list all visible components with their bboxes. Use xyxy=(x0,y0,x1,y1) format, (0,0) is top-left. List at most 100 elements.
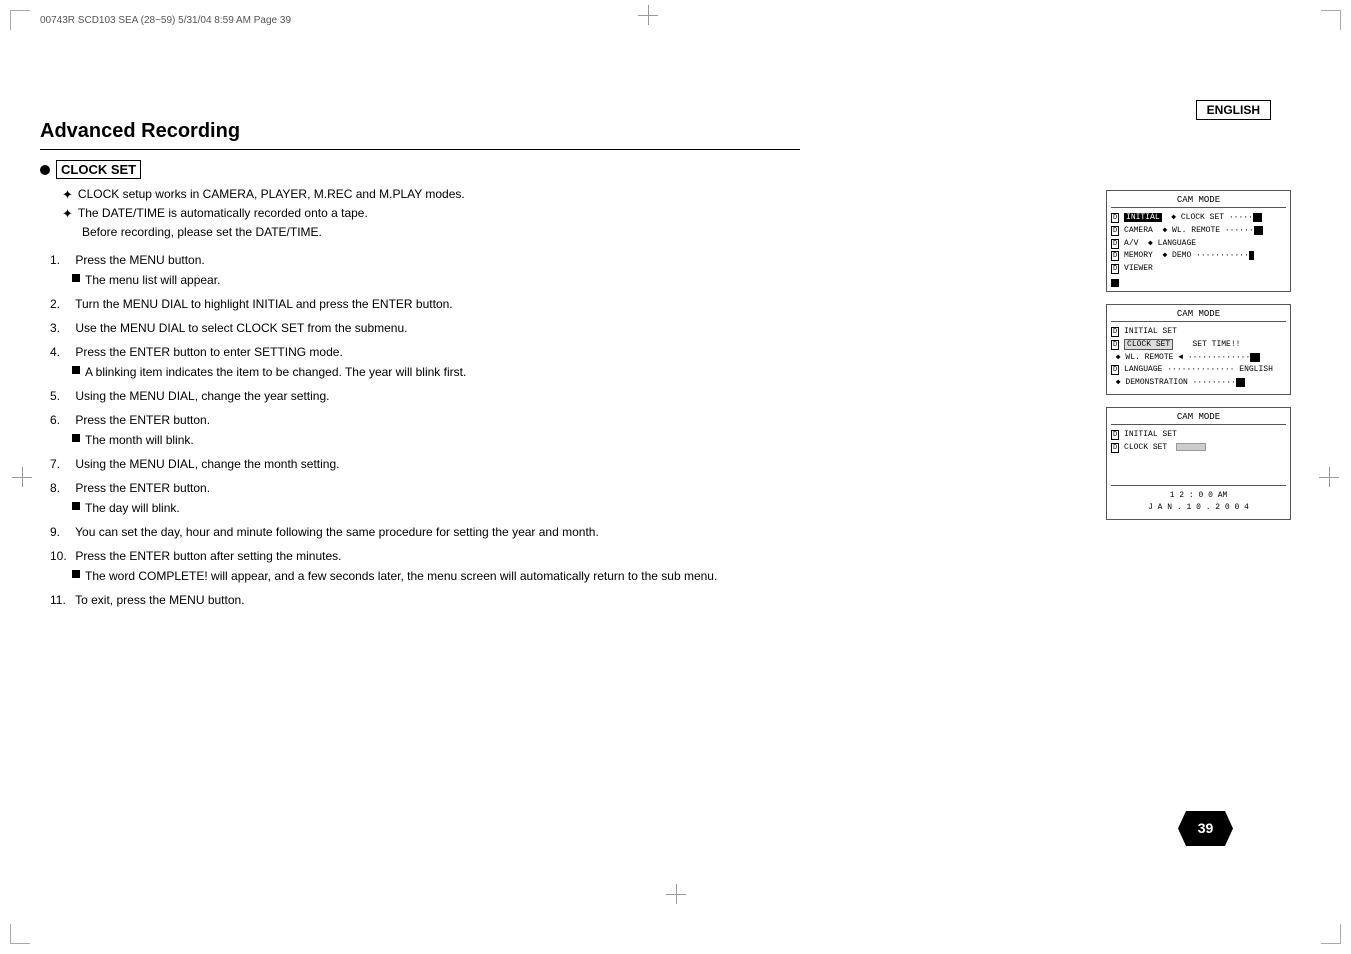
step-sub-icon-10 xyxy=(72,570,80,578)
p2-lang-content: ENGLISH xyxy=(1239,365,1273,374)
initial-label: INITIAL xyxy=(1124,213,1162,222)
p3-date: J A N . 1 0 . 2 0 0 4 xyxy=(1111,502,1286,515)
bullet-item-1: ✦ CLOCK setup works in CAMERA, PLAYER, M… xyxy=(62,187,800,203)
cam-panel-1-row-camera: D CAMERA ◆ WL. REMOTE ······ xyxy=(1111,225,1286,238)
bullet-points: ✦ CLOCK setup works in CAMERA, PLAYER, M… xyxy=(62,187,800,239)
step-num-1: 1. xyxy=(50,251,72,269)
dagger-1: ✦ xyxy=(62,187,73,203)
crosshair-bottom xyxy=(666,884,686,904)
p2-demo-label: ◆ DEMONSTRATION ········· xyxy=(1111,378,1245,387)
step-num-3: 3. xyxy=(50,319,72,337)
step-sub-6: The month will blink. xyxy=(72,431,800,449)
step-num-6: 6. xyxy=(50,411,72,429)
cam-panel-1-row-memory: D MEMORY ◆ DEMO ··········· xyxy=(1111,250,1286,263)
step-sub-text-10: The word COMPLETE! will appear, and a fe… xyxy=(85,567,717,585)
step-4: 4. Press the ENTER button to enter SETTI… xyxy=(50,343,800,381)
bullet-text-3: Before recording, please set the DATE/TI… xyxy=(82,225,322,239)
step-text-9: You can set the day, hour and minute fol… xyxy=(75,525,599,539)
cam-panel-2-initialtag: D INITIAL SET xyxy=(1111,326,1286,339)
p2-clock-content: SET TIME!! xyxy=(1178,340,1240,349)
step-num-9: 9. xyxy=(50,523,72,541)
av-icon: D xyxy=(1111,239,1119,249)
crosshair-left xyxy=(12,467,32,487)
cam-panel-3: CAM MODE D INITIAL SET D CLOCK SET 1 2 :… xyxy=(1106,407,1291,520)
dagger-2: ✦ xyxy=(62,206,73,222)
p3-initial-icon: D xyxy=(1111,430,1119,440)
language-label: ENGLISH xyxy=(1196,100,1271,120)
bullet-text-2: The DATE/TIME is automatically recorded … xyxy=(78,206,368,220)
cam-panel-2-row-language: D LANGUAGE ·············· ENGLISH xyxy=(1111,364,1286,377)
step-7: 7. Using the MENU DIAL, change the month… xyxy=(50,455,800,473)
cam-panel-2-row-wlremote: ◆ WL. REMOTE ◄ ············· xyxy=(1111,352,1286,365)
step-text-11: To exit, press the MENU button. xyxy=(75,593,244,607)
step-9: 9. You can set the day, hour and minute … xyxy=(50,523,800,541)
initial-content: ◆ CLOCK SET ····· xyxy=(1166,213,1262,222)
step-num-2: 2. xyxy=(50,295,72,313)
step-sub-10: The word COMPLETE! will appear, and a fe… xyxy=(72,567,800,585)
page-title: Advanced Recording xyxy=(40,120,800,143)
p2-wl-label: ◆ WL. REMOTE ◄ ············· xyxy=(1111,353,1260,362)
p2-lang-dots: ·············· xyxy=(1167,365,1234,374)
p3-clock-icon: D xyxy=(1111,443,1119,453)
p3-time: 1 2 : 0 0 AM xyxy=(1111,490,1286,503)
step-text-3: Use the MENU DIAL to select CLOCK SET fr… xyxy=(75,321,407,335)
step-num-11: 11. xyxy=(50,591,72,609)
av-content: ◆ LANGUAGE xyxy=(1143,239,1196,248)
step-sub-text-1: The menu list will appear. xyxy=(85,271,220,289)
step-10: 10. Press the ENTER button after setting… xyxy=(50,547,800,585)
step-text-10: Press the ENTER button after setting the… xyxy=(75,549,341,563)
cam-panel-2-row-clockset: D CLOCK SET SET TIME!! xyxy=(1111,339,1286,352)
step-8: 8. Press the ENTER button. The day will … xyxy=(50,479,800,517)
step-text-5: Using the MENU DIAL, change the year set… xyxy=(75,389,329,403)
step-text-8: Press the ENTER button. xyxy=(75,481,210,495)
doc-info: 00743R SCD103 SEA (28~59) 5/31/04 8:59 A… xyxy=(40,15,291,26)
page-badge-svg: 39 xyxy=(1178,811,1233,846)
step-num-4: 4. xyxy=(50,343,72,361)
camera-icon: D xyxy=(1111,226,1119,236)
p3-initial-label: INITIAL SET xyxy=(1124,430,1177,439)
step-2: 2. Turn the MENU DIAL to highlight INITI… xyxy=(50,295,800,313)
step-num-7: 7. xyxy=(50,455,72,473)
bullet-item-2: ✦ The DATE/TIME is automatically recorde… xyxy=(62,206,800,222)
cam-panel-1-row-viewer: D VIEWER xyxy=(1111,263,1286,276)
svg-text:39: 39 xyxy=(1198,820,1214,836)
step-sub-icon-8 xyxy=(72,502,80,510)
cam-panel-2-header: CAM MODE xyxy=(1111,309,1286,322)
p3-clock-label: CLOCK SET xyxy=(1124,443,1167,452)
step-sub-text-4: A blinking item indicates the item to be… xyxy=(85,363,466,381)
viewer-icon: D xyxy=(1111,264,1119,274)
crosshair-top xyxy=(638,5,658,25)
cam-panel-3-initialtag: D INITIAL SET xyxy=(1111,429,1286,442)
p3-clock-bar xyxy=(1176,443,1206,451)
corner-mark-tl xyxy=(10,10,30,30)
step-11: 11. To exit, press the MENU button. xyxy=(50,591,800,609)
cam-panel-2-row-demo: ◆ DEMONSTRATION ········· xyxy=(1111,377,1286,390)
bullet-item-3: Before recording, please set the DATE/TI… xyxy=(82,225,800,239)
corner-mark-tr xyxy=(1321,10,1341,30)
cam-panel-2: CAM MODE D INITIAL SET D CLOCK SET SET T… xyxy=(1106,304,1291,395)
step-num-8: 8. xyxy=(50,479,72,497)
corner-mark-bl xyxy=(10,924,30,944)
main-content: Advanced Recording CLOCK SET ✦ CLOCK set… xyxy=(40,120,800,615)
crosshair-right xyxy=(1319,467,1339,487)
step-text-7: Using the MENU DIAL, change the month se… xyxy=(75,457,339,471)
av-label: A/V xyxy=(1124,239,1138,248)
p2-initial-label: INITIAL SET xyxy=(1124,327,1177,336)
step-sub-icon-6 xyxy=(72,434,80,442)
step-text-2: Turn the MENU DIAL to highlight INITIAL … xyxy=(75,297,453,311)
corner-mark-br xyxy=(1321,924,1341,944)
p2-lang-icon: D xyxy=(1111,365,1119,375)
step-text-6: Press the ENTER button. xyxy=(75,413,210,427)
camera-label: CAMERA xyxy=(1124,226,1153,235)
p3-time-display: 1 2 : 0 0 AM J A N . 1 0 . 2 0 0 4 xyxy=(1111,485,1286,516)
page-number-container: 39 xyxy=(1178,811,1233,849)
cam-panel-1-header: CAM MODE xyxy=(1111,195,1286,208)
steps-list: 1. Press the MENU button. The menu list … xyxy=(50,251,800,609)
p3-spacer xyxy=(1111,455,1286,485)
step-sub-1: The menu list will appear. xyxy=(72,271,800,289)
step-sub-text-6: The month will blink. xyxy=(85,431,194,449)
p2-initial-icon: D xyxy=(1111,327,1119,337)
initial-icon: D xyxy=(1111,213,1119,223)
camera-content: ◆ WL. REMOTE ······ xyxy=(1158,226,1264,235)
step-text-4: Press the ENTER button to enter SETTING … xyxy=(75,345,342,359)
